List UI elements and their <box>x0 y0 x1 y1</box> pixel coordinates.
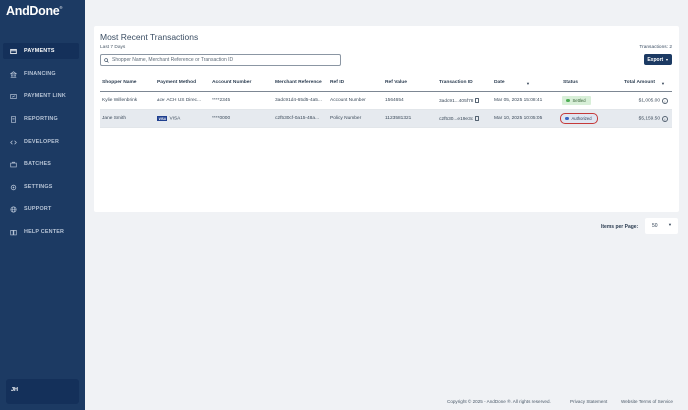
sidebar-item-help-center[interactable]: HELP CENTER <box>3 224 79 240</box>
sidebar-item-batches[interactable]: BATCHES <box>3 156 79 172</box>
total-amount: $1,005.00 i <box>639 98 668 104</box>
gear-icon <box>9 183 18 192</box>
period-label: Last 7 Days <box>100 45 126 50</box>
status-dot-icon <box>566 98 570 103</box>
column-header[interactable]: Payment Method <box>157 80 196 85</box>
transactions-count: Transactions: 2 <box>639 45 672 50</box>
payments-icon <box>9 47 18 56</box>
ref-id: Account Number <box>330 98 366 103</box>
table-row[interactable]: Kylie Willenbrink ACH ACH US Direc... ***… <box>100 92 672 110</box>
user-menu[interactable]: JH <box>6 379 79 404</box>
status-badge: Settled <box>562 96 591 105</box>
link-icon <box>9 92 18 101</box>
sidebar-item-label: PAYMENTS <box>24 48 55 54</box>
transaction-id[interactable]: c2f530...e19e3c <box>439 116 480 122</box>
terms-link[interactable]: Website Terms of Service <box>621 399 673 404</box>
sidebar: AndDone® PAYMENTS FINANCING PAYMENT LINK… <box>0 0 85 410</box>
sidebar-item-label: FINANCING <box>24 71 56 77</box>
transaction-id[interactable]: 3adc91...405f78 <box>439 98 480 104</box>
sidebar-item-payments[interactable]: PAYMENTS <box>3 43 79 59</box>
column-header[interactable]: Ref ID <box>330 80 344 85</box>
sidebar-item-label: BATCHES <box>24 161 52 167</box>
ref-value: 1123581321 <box>385 116 412 121</box>
sidebar-item-label: REPORTING <box>24 116 58 122</box>
page-title: Most Recent Transactions <box>100 32 199 42</box>
search-input[interactable]: Shopper Name, Merchant Reference or Tran… <box>100 54 341 66</box>
table-row[interactable]: Jane Smith VISA VISA ****0000 c2f530cf-0a… <box>100 110 672 128</box>
briefcase-icon <box>9 160 18 169</box>
sidebar-item-label: DEVELOPER <box>24 139 60 145</box>
search-icon <box>104 57 109 63</box>
sidebar-item-label: PAYMENT LINK <box>24 93 66 99</box>
merchant-reference: c2f530cf-0a15-48a... <box>275 116 320 121</box>
sort-icon[interactable]: ▼ <box>661 81 665 86</box>
bank-icon <box>9 70 18 79</box>
info-icon[interactable]: i <box>662 98 668 104</box>
shopper-name: Kylie Willenbrink <box>102 98 138 103</box>
sidebar-item-financing[interactable]: FINANCING <box>3 66 79 82</box>
status-badge: Authorized <box>560 113 598 124</box>
column-header[interactable]: Account Number <box>212 80 251 85</box>
code-icon <box>9 138 18 147</box>
column-header[interactable]: Date <box>494 80 505 85</box>
items-per-page-select[interactable]: 50 ▼ <box>645 218 678 234</box>
sidebar-item-label: HELP CENTER <box>24 229 65 235</box>
column-header[interactable]: Total Amount <box>624 80 655 85</box>
sidebar-item-label: SUPPORT <box>24 206 52 212</box>
globe-icon <box>9 205 18 214</box>
total-amount: $5,159.50 i <box>639 116 668 122</box>
sidebar-item-label: SETTINGS <box>24 184 53 190</box>
column-header[interactable]: Merchant Reference <box>275 80 322 85</box>
chevron-down-icon: ▼ <box>668 222 672 227</box>
column-header[interactable]: Transaction ID <box>439 80 473 85</box>
account-number: ****2345 <box>212 98 231 103</box>
ach-logo-icon: ACH <box>157 98 165 102</box>
account-number: ****0000 <box>212 116 231 121</box>
payment-method: VISA VISA <box>157 116 181 122</box>
privacy-link[interactable]: Privacy Statement <box>570 399 607 404</box>
items-per-page-label: Items per Page: <box>601 224 639 230</box>
sidebar-item-settings[interactable]: SETTINGS <box>3 179 79 195</box>
search-placeholder: Shopper Name, Merchant Reference or Tran… <box>112 57 234 63</box>
column-header[interactable]: Shopper Name <box>102 80 137 85</box>
column-header[interactable]: Status <box>563 80 578 85</box>
transaction-date: Mar 05, 2025 15:08:41 <box>494 98 543 103</box>
footer-copyright: Copyright © 2025 - AndDone ®. All rights… <box>447 399 551 404</box>
ref-id: Policy Number <box>330 116 362 121</box>
report-icon <box>9 115 18 124</box>
transactions-card: Most Recent Transactions Last 7 Days Tra… <box>94 26 679 212</box>
sidebar-item-payment-link[interactable]: PAYMENT LINK <box>3 88 79 104</box>
merchant-reference: 3adc91d4-65d5-4a5... <box>275 98 322 103</box>
status-dot-icon <box>565 116 569 121</box>
sidebar-item-developer[interactable]: DEVELOPER <box>3 134 79 150</box>
ref-value: 1564654 <box>385 98 404 103</box>
shopper-name: Jane Smith <box>102 116 126 121</box>
sidebar-item-support[interactable]: SUPPORT <box>3 201 79 217</box>
avatar: JH <box>11 387 19 393</box>
info-icon[interactable]: i <box>662 116 668 122</box>
export-button[interactable]: Export ▼ <box>644 54 672 65</box>
copy-icon[interactable] <box>475 98 480 103</box>
sidebar-item-reporting[interactable]: REPORTING <box>3 111 79 127</box>
transaction-date: Mar 10, 2025 10:05:05 <box>494 116 543 121</box>
copy-icon[interactable] <box>475 116 480 121</box>
table-header: Shopper Name Payment Method Account Numb… <box>100 73 672 92</box>
book-icon <box>9 228 18 237</box>
column-header[interactable]: Ref Value <box>385 80 407 85</box>
visa-logo-icon: VISA <box>157 116 168 121</box>
payment-method: ACH ACH US Direc... <box>157 98 202 103</box>
chevron-down-icon: ▼ <box>665 57 669 62</box>
sort-icon[interactable]: ▼ <box>526 81 530 86</box>
brand-logo[interactable]: AndDone® <box>6 4 62 18</box>
